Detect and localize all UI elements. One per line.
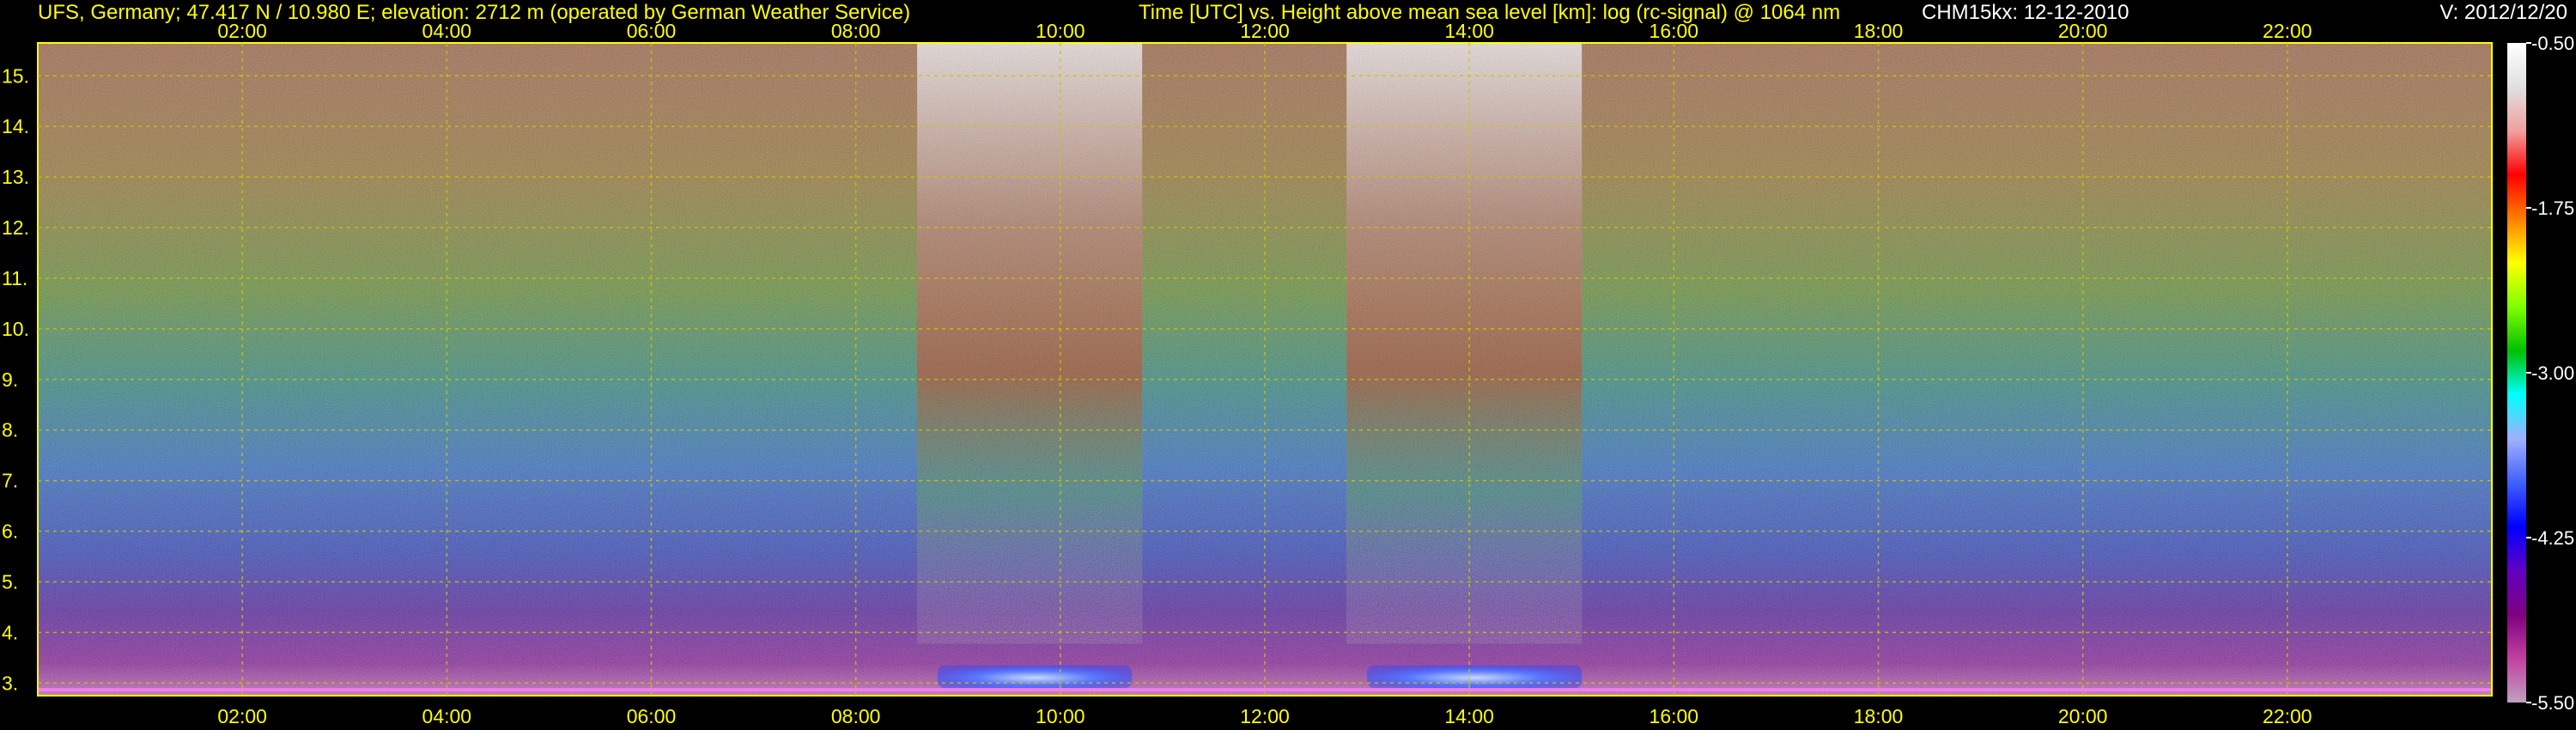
ceilometer-chart: 02:00 02:00 04:00 04:00 06:00 06:00 08:00 08:00… [2,20,2574,727]
y-tick-4: 7. [2,470,18,492]
x-tick-top-2: 06:00 [627,20,677,42]
low-level-return-2 [937,665,1133,689]
x-tick-bottom-9: 20:00 [2058,705,2108,727]
colorbar-scale [2507,43,2526,703]
signal-column-noise-0 [917,43,1143,644]
y-tick-12: 15. [2,64,29,87]
x-tick-bottom-7: 16:00 [1649,705,1699,727]
y-tick-5: 8. [2,419,18,441]
x-tick-top-6: 14:00 [1444,20,1494,42]
x-tick-top-4: 10:00 [1036,20,1085,42]
x-tick-top-9: 20:00 [2058,20,2108,42]
x-tick-bottom-4: 10:00 [1036,705,1085,727]
y-tick-6: 9. [2,368,18,391]
x-tick-bottom-8: 18:00 [1854,705,1904,727]
colorbar-label-3: -4.25 [2531,527,2574,549]
colorbar-label-0: -0.50 [2531,33,2574,54]
x-tick-bottom-0: 02:00 [217,705,267,727]
colorbar-label-2: -3.00 [2531,362,2574,384]
signal-column-noise-1 [1346,43,1583,644]
y-tick-7: 10. [2,318,29,340]
x-tick-bottom-3: 08:00 [831,705,881,727]
x-tick-top-7: 16:00 [1649,20,1699,42]
y-tick-9: 12. [2,216,29,239]
x-tick-bottom-2: 06:00 [627,705,677,727]
y-tick-0: 3. [2,672,18,694]
x-tick-top-0: 02:00 [217,20,267,42]
x-tick-bottom-5: 12:00 [1240,705,1290,727]
x-tick-top-5: 12:00 [1240,20,1290,42]
colorbar: -0.50 -1.75 -3.00 -4.25 -5.50 [2507,33,2574,714]
x-tick-top-8: 18:00 [1854,20,1904,42]
y-tick-2: 5. [2,570,18,593]
x-tick-top-3: 08:00 [831,20,881,42]
x-tick-bottom-1: 04:00 [422,705,472,727]
x-tick-bottom-10: 22:00 [2263,705,2312,727]
y-tick-10: 13. [2,166,29,188]
y-tick-3: 6. [2,520,18,543]
y-tick-8: 11. [2,267,27,289]
low-level-return-3 [1367,665,1583,689]
ground-return-line [38,688,2492,692]
y-tick-11: 14. [2,115,29,137]
y-tick-1: 4. [2,621,18,643]
x-tick-top-1: 04:00 [422,20,472,42]
x-tick-top-10: 22:00 [2263,20,2312,42]
colorbar-label-1: -1.75 [2531,198,2574,219]
x-tick-bottom-6: 14:00 [1444,705,1494,727]
colorbar-label-4: -5.50 [2531,692,2574,714]
